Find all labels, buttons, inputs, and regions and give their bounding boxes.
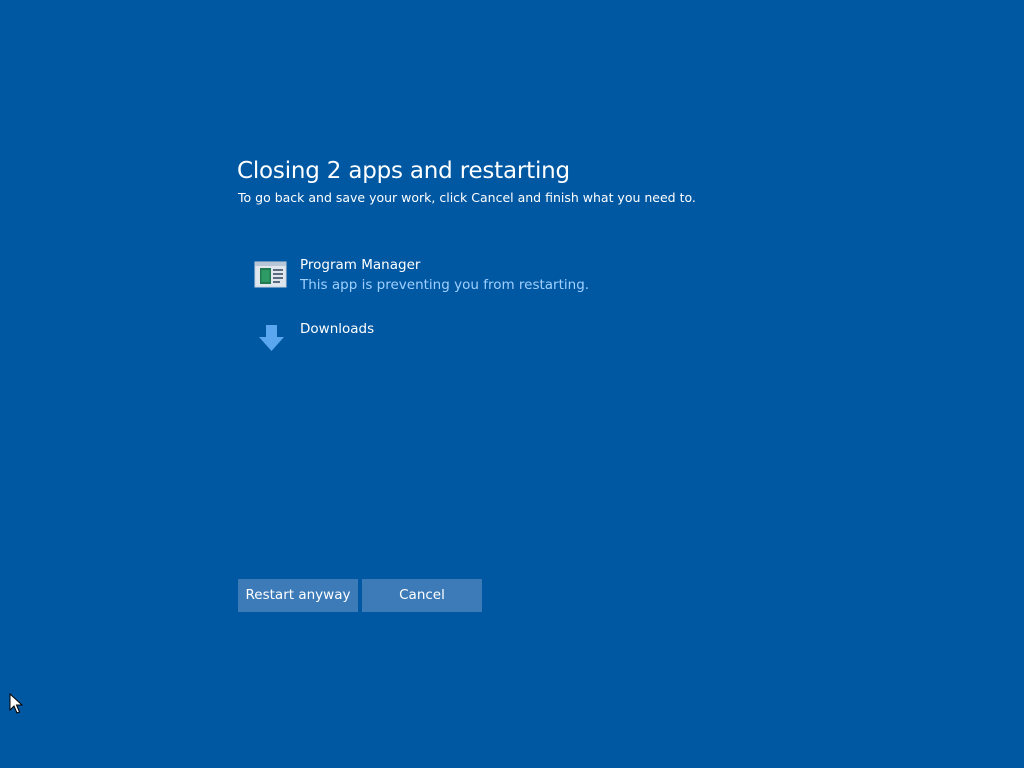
mouse-pointer-icon	[9, 693, 23, 714]
page-title: Closing 2 apps and restarting	[237, 158, 570, 184]
app-name: Downloads	[300, 321, 375, 337]
cancel-button[interactable]: Cancel	[362, 579, 482, 612]
app-name: Program Manager	[300, 257, 421, 273]
app-list-item-program-manager: Program Manager This app is preventing y…	[254, 256, 774, 304]
download-arrow-icon	[259, 325, 284, 351]
shutdown-screen: Closing 2 apps and restarting To go back…	[0, 0, 1024, 768]
program-manager-icon	[254, 261, 287, 288]
restart-anyway-button[interactable]: Restart anyway	[238, 579, 358, 612]
app-list-item-downloads: Downloads	[254, 320, 774, 368]
page-subtitle: To go back and save your work, click Can…	[238, 190, 696, 205]
app-status: This app is preventing you from restarti…	[300, 277, 590, 293]
